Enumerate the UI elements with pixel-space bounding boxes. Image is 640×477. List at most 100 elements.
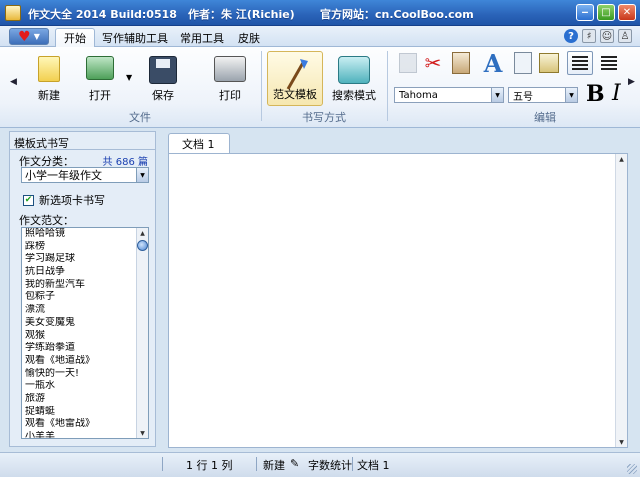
tab-document-1[interactable]: 文档 1	[168, 133, 230, 153]
file-group-label: 文件	[129, 111, 151, 124]
list-item[interactable]: 一瓶水	[22, 380, 137, 393]
save-disk-icon	[149, 56, 177, 84]
editor-scrollbar[interactable]: ▲ ▼	[615, 154, 627, 447]
list-item[interactable]: 抗日战争	[22, 266, 137, 279]
tab-start[interactable]: 开始	[55, 28, 95, 47]
cut-icon[interactable]: ✂	[422, 51, 444, 75]
app-icon[interactable]	[5, 4, 21, 21]
italic-button[interactable]: I	[612, 81, 621, 106]
heart-icon: ♥	[18, 28, 31, 45]
group-separator	[387, 51, 388, 121]
align-center-icon	[601, 56, 617, 70]
list-item[interactable]: 踩榜	[22, 241, 137, 254]
word-count-icon: ✎	[290, 457, 300, 470]
window-author: 作者：朱 江(Richie)	[188, 8, 295, 21]
open-dropdown-icon[interactable]: ▼	[126, 73, 132, 82]
copy-icon[interactable]	[397, 51, 419, 75]
bold-button[interactable]: B	[586, 81, 605, 107]
new-button[interactable]: 新建	[25, 51, 73, 106]
list-item[interactable]: 包粽子	[22, 291, 137, 304]
font-size-select[interactable]: 五号 ▼	[508, 87, 578, 103]
printer-icon	[214, 56, 246, 82]
list-item[interactable]: 美女变魔鬼	[22, 317, 137, 330]
face-icon[interactable]: ☺	[600, 29, 614, 43]
list-scrollbar[interactable]: ▲ ▼	[136, 228, 148, 438]
ribbon-tab-strip: ♥ ▼ 开始 写作辅助工具 常用工具 皮肤 ? ♯ ☺ ♙	[0, 26, 640, 47]
word-count-button[interactable]: 字数统计	[308, 457, 352, 473]
align-left-icon	[572, 56, 588, 70]
list-item[interactable]: 观看《地道战》	[22, 355, 137, 368]
edit-pen-icon[interactable]	[538, 51, 560, 75]
template-mode-button[interactable]: 范文模板	[267, 51, 323, 106]
list-item[interactable]: 学习踢足球	[22, 253, 137, 266]
edit-group-label: 编辑	[534, 111, 556, 124]
list-item[interactable]: 愉快的一天!	[22, 368, 137, 381]
new-file-icon	[38, 56, 60, 82]
tab-writing-tools[interactable]: 写作辅助工具	[94, 28, 176, 47]
ribbon: ◀ ▶ 新建 打开 ▼ 保存 打印 文件 范文模板 搜索模式 书写方式 ✂ A	[0, 47, 640, 128]
open-folder-icon	[86, 56, 114, 80]
list-item[interactable]: 旅游	[22, 393, 137, 406]
scroll-up-icon[interactable]: ▲	[137, 228, 148, 238]
chevron-down-icon: ▼	[33, 32, 40, 41]
scroll-up-icon[interactable]: ▲	[616, 154, 627, 164]
list-item[interactable]: 漂流	[22, 304, 137, 317]
window-title: 作文大全 2014 Build:0518	[28, 8, 177, 21]
writing-group-label: 书写方式	[302, 111, 346, 124]
align-left-button[interactable]	[567, 51, 593, 75]
divider	[10, 149, 155, 150]
app-menu-button[interactable]: ♥ ▼	[9, 28, 49, 45]
document-editor[interactable]: ▲ ▼	[168, 153, 628, 448]
font-name-select[interactable]: Tahoma ▼	[394, 87, 504, 103]
samples-label: 作文范文：	[19, 214, 74, 227]
align-center-button[interactable]	[596, 51, 622, 75]
tools-icon[interactable]: ♯	[582, 29, 596, 43]
essay-count: 共 686 篇	[102, 157, 148, 168]
template-writing-panel: 模板式书写 作文分类： 共 686 篇 小学一年级作文 ▼ ✔ 新选项卡书写 作…	[9, 131, 156, 447]
chevron-down-icon[interactable]: ▼	[491, 88, 503, 102]
divider	[256, 457, 257, 471]
scroll-thumb[interactable]	[137, 240, 148, 251]
list-item[interactable]: 观看《地雷战》	[22, 418, 137, 431]
open-button[interactable]: 打开	[76, 51, 124, 106]
save-button[interactable]: 保存	[139, 51, 187, 106]
list-item[interactable]: 小羊羊	[22, 431, 137, 438]
tab-skins[interactable]: 皮肤	[230, 28, 268, 47]
tab-common-tools[interactable]: 常用工具	[172, 28, 232, 47]
user-icon[interactable]: ♙	[618, 29, 632, 43]
category-select[interactable]: 小学一年级作文 ▼	[21, 167, 149, 183]
resize-grip-icon[interactable]	[627, 464, 637, 474]
font-color-icon[interactable]: A	[482, 49, 504, 78]
title-bar: 作文大全 2014 Build:0518 作者：朱 江(Richie) 官方网站…	[0, 0, 640, 26]
scroll-down-icon[interactable]: ▼	[616, 437, 627, 447]
sample-essay-list[interactable]: 照哈哈镜 踩榜 学习踢足球 抗日战争 我的新型汽车 包粽子 漂流 美女变魔鬼 观猴 学练跆拳道 观看…	[21, 227, 149, 439]
list-item[interactable]: 照哈哈镜	[22, 228, 137, 241]
chevron-down-icon[interactable]: ▼	[565, 88, 577, 102]
divider	[162, 457, 163, 471]
list-item[interactable]: 捉蜻蜓	[22, 406, 137, 419]
ribbon-scroll-left-icon[interactable]: ◀	[10, 77, 17, 87]
zoom-doc-icon[interactable]	[512, 51, 534, 75]
paste-icon[interactable]	[450, 51, 472, 75]
print-button[interactable]: 打印	[206, 51, 254, 106]
new-tab-checkbox[interactable]: ✔	[23, 194, 34, 206]
close-button[interactable]: ✕	[618, 4, 636, 21]
list-item[interactable]: 学练跆拳道	[22, 342, 137, 355]
document-tabs: 文档 1	[164, 131, 632, 153]
divider	[352, 457, 353, 471]
list-item[interactable]: 我的新型汽车	[22, 279, 137, 292]
editor-content[interactable]	[169, 154, 627, 162]
scroll-down-icon[interactable]: ▼	[137, 428, 148, 438]
search-mode-button[interactable]: 搜索模式	[329, 51, 379, 106]
list-item[interactable]: 观猴	[22, 330, 137, 343]
ribbon-scroll-right-icon[interactable]: ▶	[628, 77, 635, 87]
help-icon[interactable]: ?	[564, 29, 578, 43]
maximize-button[interactable]: □	[597, 4, 615, 21]
doc-mode: 新建	[263, 459, 285, 472]
chevron-down-icon[interactable]: ▼	[136, 168, 148, 182]
minimize-button[interactable]: ‒	[576, 4, 594, 21]
search-book-icon	[338, 56, 370, 84]
window-site: 官方网站：cn.CoolBoo.com	[320, 8, 474, 21]
new-tab-option[interactable]: ✔ 新选项卡书写	[23, 192, 105, 208]
sample-list-items: 照哈哈镜 踩榜 学习踢足球 抗日战争 我的新型汽车 包粽子 漂流 美女变魔鬼 观猴 学练跆拳道 观看…	[22, 228, 137, 438]
